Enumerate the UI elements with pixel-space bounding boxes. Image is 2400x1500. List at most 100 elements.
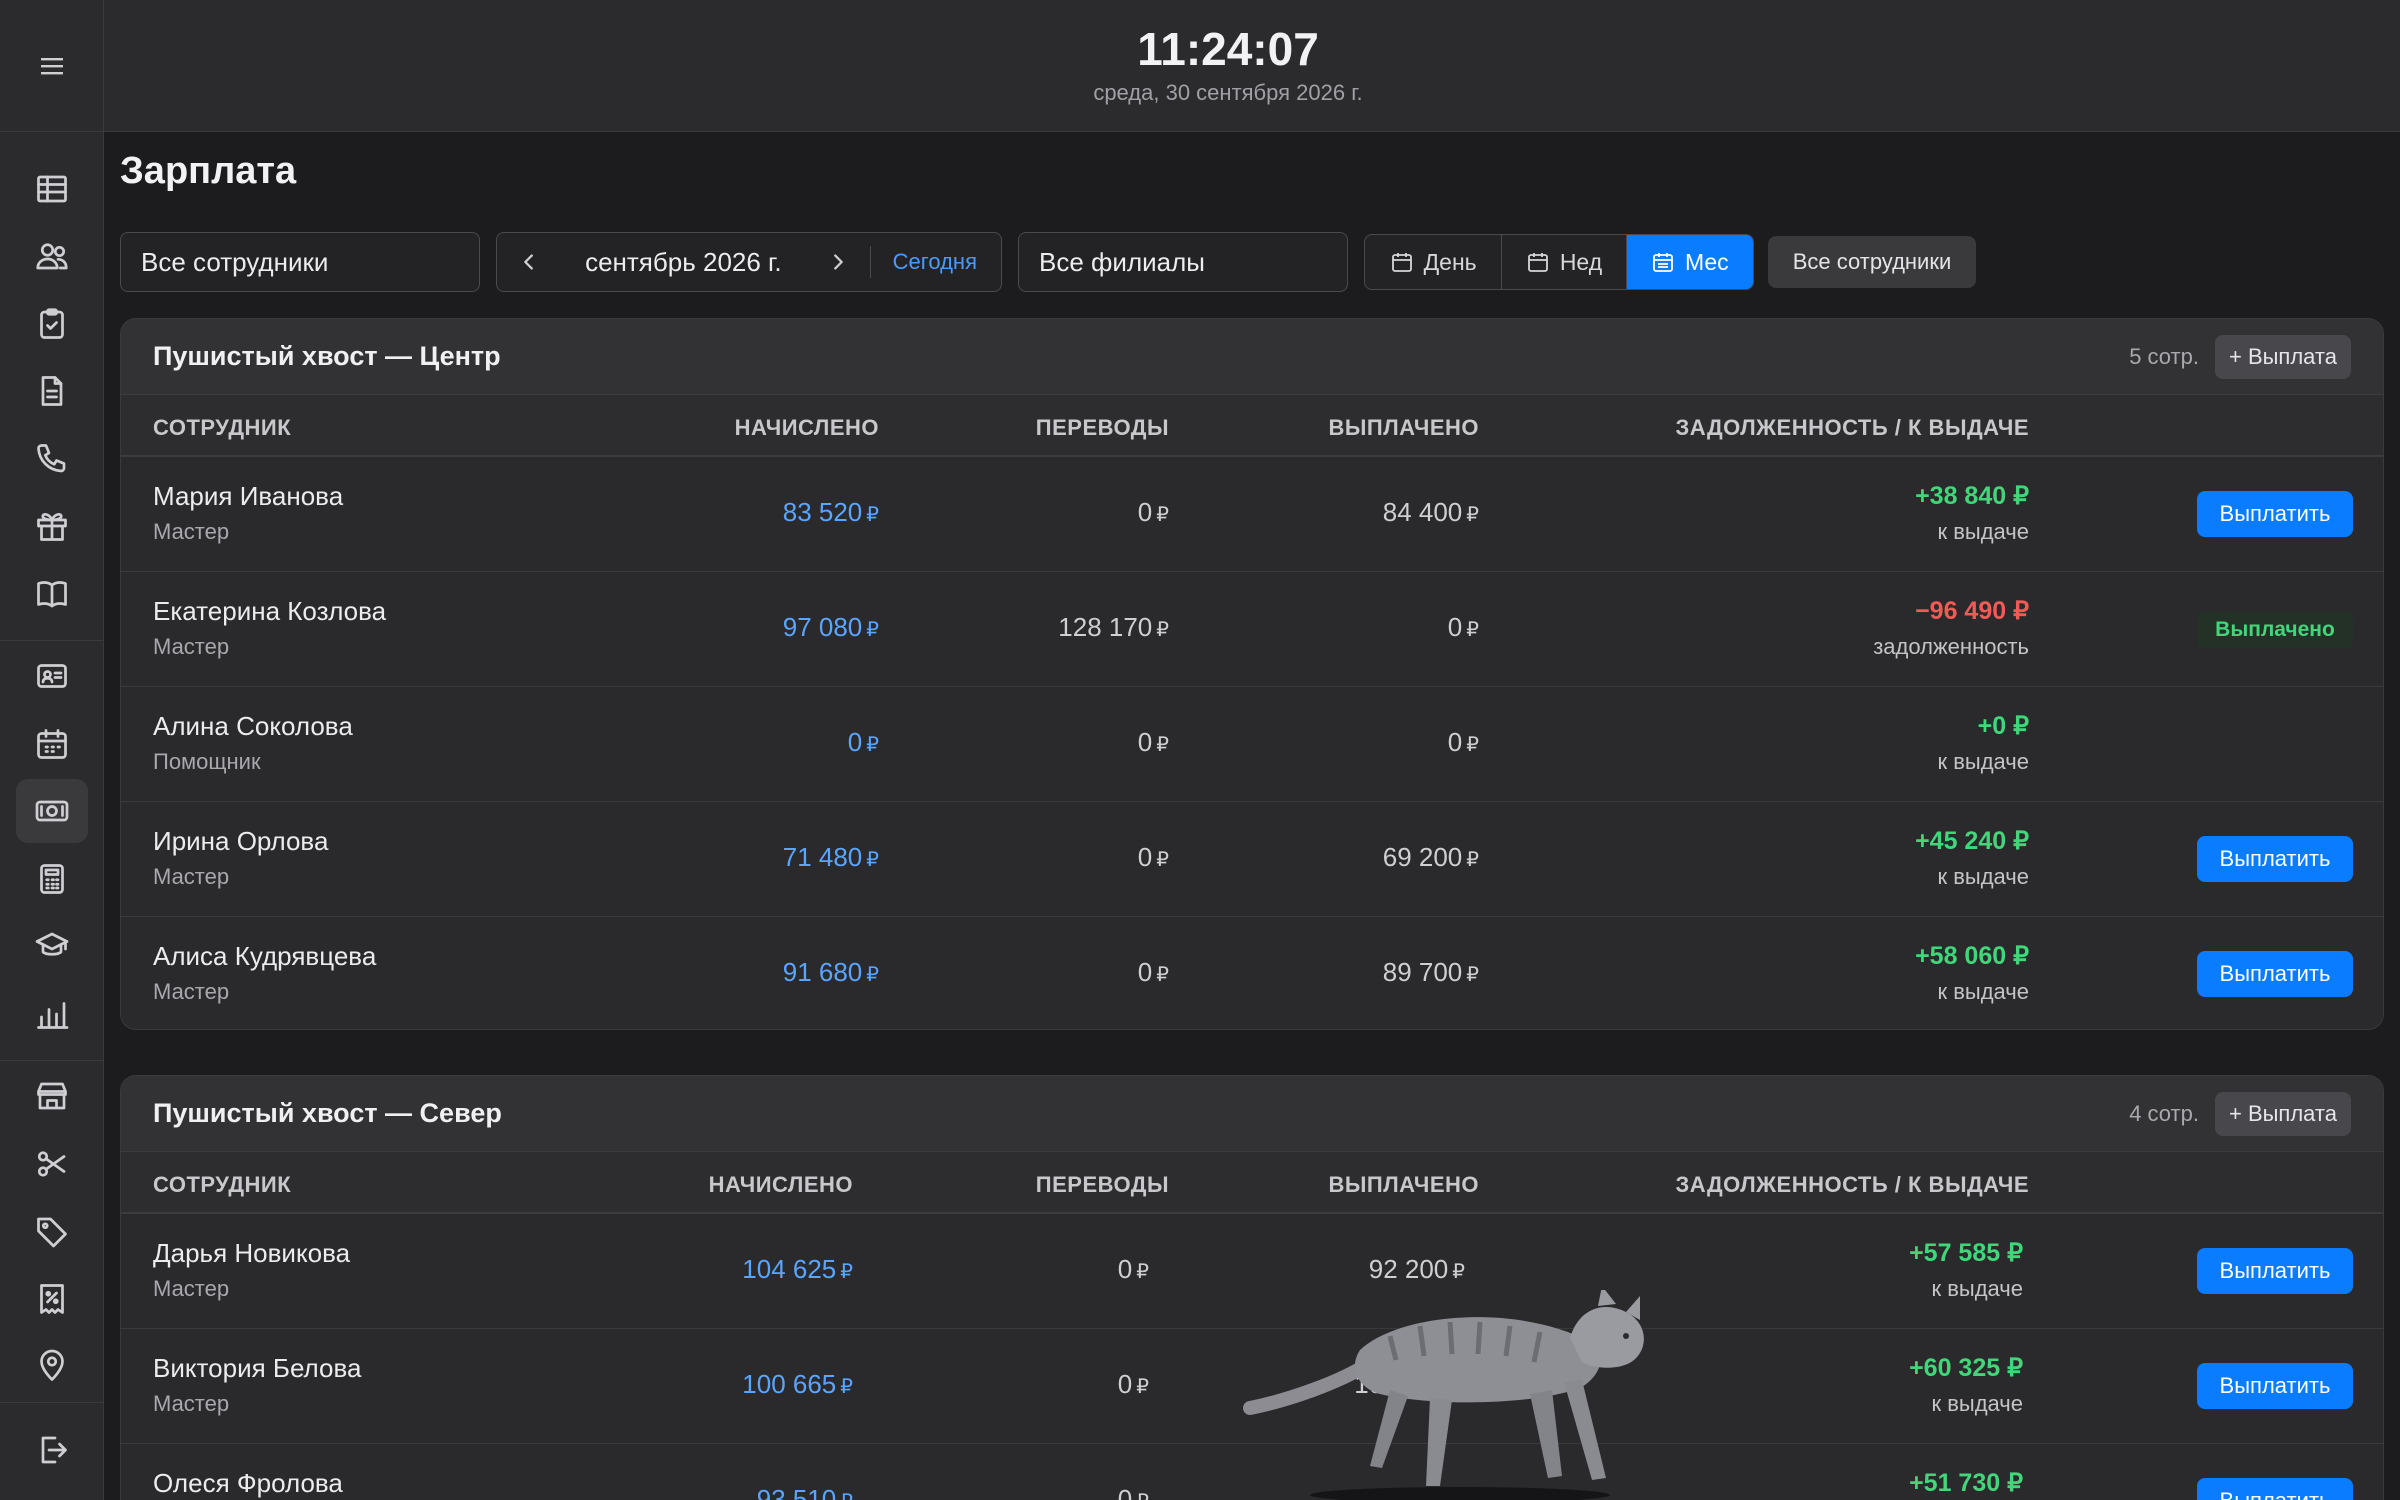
all-employees-button[interactable]: Все сотрудники (1768, 236, 1976, 288)
balance-caption: к выдаче (1937, 979, 2029, 1004)
paid-amount: 92 200 ₽ (1369, 1254, 1465, 1285)
branch-filter-select[interactable]: Все филиалы (1018, 232, 1348, 292)
prev-period-button[interactable] (497, 233, 561, 291)
table-icon (37, 175, 67, 203)
hamburger-icon (41, 57, 63, 74)
page-title: Зарплата (120, 150, 297, 192)
transfers-amount: 0₽ (1118, 1484, 1149, 1500)
sidebar-item-prices[interactable] (16, 1199, 88, 1263)
sidebar-divider-2 (0, 1060, 104, 1061)
employee-role: Помощник (153, 749, 261, 774)
employee-name: Ирина Орлова (153, 826, 329, 856)
sidebar-item-knowledge[interactable] (16, 562, 88, 626)
sidebar-item-calendar[interactable] (16, 712, 88, 776)
add-payment-button[interactable]: + Выплата (2214, 1091, 2351, 1136)
paid-value: 0 (1447, 612, 1463, 642)
accrued-amount[interactable]: 83 520 ₽ (783, 497, 879, 528)
accrued-amount[interactable]: 97 080 ₽ (783, 612, 879, 643)
sidebar-item-documents[interactable] (16, 359, 88, 423)
pay-button[interactable]: Выплатить (2197, 1363, 2353, 1409)
sidebar (0, 0, 104, 1500)
sidebar-item-training[interactable] (16, 914, 88, 978)
currency-sign: ₽ (866, 964, 879, 986)
transfers-amount: 0₽ (1118, 1369, 1149, 1400)
currency-sign: ₽ (840, 1491, 853, 1500)
accrued-value: 83 520 (782, 497, 863, 527)
accrued-amount[interactable]: 104 625 ₽ (742, 1254, 853, 1285)
calendar-icon (1391, 253, 1412, 272)
paid-status-badge: Выплачено (2197, 612, 2353, 648)
bar-chart-icon (37, 1002, 69, 1029)
sidebar-item-clients[interactable] (16, 224, 88, 288)
sidebar-item-staff[interactable] (16, 644, 88, 708)
accrued-value: 91 680 (782, 957, 863, 987)
column-header-paid: ВЫПЛАЧЕНО (1328, 415, 1479, 440)
accrued-amount[interactable]: 100 665 ₽ (742, 1369, 853, 1400)
paid-value: 89 700 (1382, 957, 1463, 987)
accrued-value: 100 665 (742, 1369, 837, 1399)
sidebar-item-reports[interactable] (16, 982, 88, 1046)
paid-amount: 0 ₽ (1448, 612, 1479, 643)
transfers-value: 0 (1137, 497, 1153, 527)
clock: 11:24:07 (1137, 23, 1319, 75)
sidebar-divider-3 (0, 1402, 104, 1403)
currency-sign: ₽ (1466, 619, 1479, 641)
sidebar-item-salary[interactable] (16, 779, 88, 843)
currency-sign: ₽ (1136, 1261, 1149, 1283)
accrued-amount[interactable]: 93 510₽ (757, 1484, 853, 1500)
pay-button[interactable]: Выплатить (2197, 491, 2353, 537)
column-header-accrued: НАЧИСЛЕНО (734, 415, 879, 440)
currency-sign: ₽ (866, 619, 879, 641)
accrued-amount[interactable]: 91 680 ₽ (783, 957, 879, 988)
balance-caption: к выдаче (1931, 1276, 2023, 1301)
menu-toggle-button[interactable] (0, 0, 104, 132)
calendar-icon (1527, 253, 1548, 272)
pay-button[interactable]: Выплатить (2197, 836, 2353, 882)
accrued-value: 93 510 (756, 1484, 837, 1500)
sidebar-item-calculator[interactable] (16, 847, 88, 911)
sidebar-item-discounts[interactable] (16, 1267, 88, 1331)
map-pin-icon (40, 1349, 64, 1381)
sidebar-item-locations[interactable] (16, 1334, 88, 1398)
sidebar-item-services[interactable] (16, 1132, 88, 1196)
column-header-transfers: ПЕРЕВОДЫ (1035, 415, 1169, 440)
currency-sign: ₽ (1136, 1376, 1149, 1398)
balance-amount: +38 840 ₽ (1915, 482, 2029, 510)
transfers-value: 128 170 (1058, 612, 1153, 642)
view-day-button[interactable]: День (1365, 235, 1503, 289)
paid-amount: 89 700 ₽ (1383, 957, 1479, 988)
view-week-button[interactable]: Нед (1502, 235, 1627, 289)
transfers-value: 0 (1117, 1484, 1133, 1500)
table-row: Мария Иванова Мастер 83 520 ₽0 ₽84 400 ₽ +38 8… (121, 457, 2383, 572)
table-header: СОТРУДНИК НАЧИСЛЕНО ПЕРЕВОДЫ ВЫПЛАЧЕНО ЗАДОЛ… (121, 1152, 2383, 1214)
table-header: СОТРУДНИК НАЧИСЛЕНО ПЕРЕВОДЫ ВЫПЛАЧЕНО ЗАДОЛ… (121, 395, 2383, 457)
sidebar-item-tasks[interactable] (16, 292, 88, 356)
current-date: среда, 30 сентября 2026 г. (1093, 80, 1363, 105)
sidebar-item-branches[interactable] (16, 1064, 88, 1128)
pay-button[interactable]: Выплатить (2197, 1248, 2353, 1294)
employee-filter-select[interactable]: Все сотрудники (120, 232, 480, 292)
paid-value: 92 200 (1368, 1254, 1449, 1284)
sidebar-item-calls[interactable] (16, 427, 88, 491)
balance-amount: +0 ₽ (1977, 712, 2029, 740)
view-month-button[interactable]: Мес (1626, 235, 1753, 289)
logout-button[interactable] (16, 1418, 88, 1482)
receipt-percent-icon (40, 1284, 64, 1314)
accrued-amount[interactable]: 0 ₽ (848, 727, 879, 758)
today-button[interactable]: Сегодня (871, 249, 1001, 275)
add-payment-button[interactable]: + Выплата (2214, 334, 2351, 379)
store-icon (37, 1082, 67, 1110)
pay-button[interactable]: Выплатить (2197, 1478, 2353, 1500)
sidebar-item-schedule[interactable] (16, 157, 88, 221)
accrued-amount[interactable]: 71 480 ₽ (783, 842, 879, 873)
employee-filter-value: Все сотрудники (141, 246, 329, 277)
accrued-value: 0 (847, 727, 863, 757)
transfers-value: 0 (1137, 842, 1153, 872)
next-period-button[interactable] (806, 233, 870, 291)
sidebar-item-certificates[interactable] (16, 494, 88, 558)
pay-button[interactable]: Выплатить (2197, 951, 2353, 997)
balance-amount: −96 490 ₽ (1915, 597, 2029, 625)
employee-name: Дарья Новикова (153, 1238, 351, 1268)
id-card-icon (37, 664, 67, 688)
users-icon (36, 243, 68, 270)
